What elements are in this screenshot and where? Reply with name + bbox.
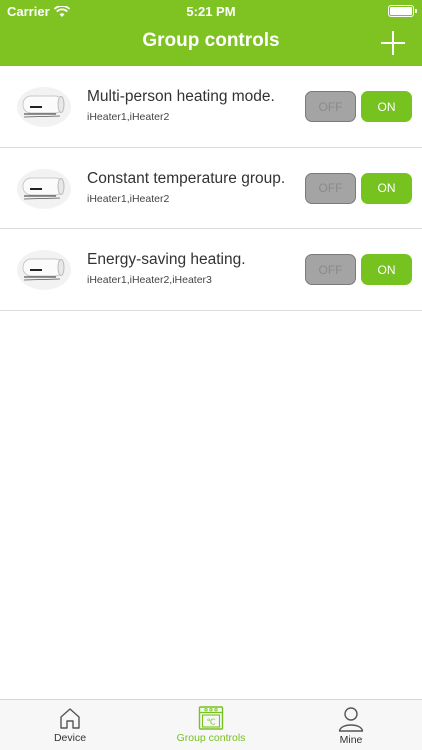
svg-text:℃: ℃	[207, 718, 216, 727]
tab-group-controls-label: Group controls	[176, 732, 246, 744]
group-name: Multi-person heating mode.	[87, 88, 275, 105]
tab-device-label: Device	[53, 732, 87, 744]
add-group-button[interactable]	[380, 30, 406, 56]
group-members: iHeater1,iHeater2	[87, 192, 170, 205]
off-button[interactable]: OFF	[305, 254, 356, 285]
group-row[interactable]: Constant temperature group. iHeater1,iHe…	[0, 148, 422, 229]
tab-group-controls[interactable]: ℃ Group controls	[160, 700, 262, 750]
header: Carrier 5:21 PM Group controls	[0, 0, 422, 66]
heater-thumbnail-icon	[17, 168, 71, 209]
on-button[interactable]: ON	[361, 172, 412, 204]
heater-thumbnail-icon	[17, 87, 71, 127]
oven-icon: ℃	[198, 706, 224, 730]
group-row[interactable]: Multi-person heating mode. iHeater1,iHea…	[0, 66, 422, 148]
tab-device[interactable]: Device	[40, 700, 100, 750]
clock: 5:21 PM	[186, 4, 236, 19]
heater-thumbnail-icon	[17, 250, 71, 290]
group-list: Multi-person heating mode. iHeater1,iHea…	[0, 66, 422, 311]
group-row[interactable]: Energy-saving heating. iHeater1,iHeater2…	[0, 229, 422, 311]
group-members: iHeater1,iHeater2	[87, 111, 170, 123]
off-button[interactable]: OFF	[305, 91, 356, 122]
group-name: Constant temperature group.	[87, 169, 286, 187]
on-button[interactable]: ON	[361, 91, 412, 122]
group-name: Energy-saving heating.	[87, 251, 246, 268]
off-button[interactable]: OFF	[305, 172, 356, 204]
status-bar: Carrier 5:21 PM	[0, 0, 422, 22]
group-members: iHeater1,iHeater2,iHeater3	[87, 274, 212, 286]
page-title: Group controls	[142, 30, 280, 51]
battery-icon	[388, 5, 417, 17]
home-icon	[60, 708, 80, 729]
tab-bar: Device ℃ Group controls Mine	[0, 699, 422, 750]
on-button[interactable]: ON	[361, 254, 412, 285]
person-icon	[338, 707, 364, 732]
tab-mine-label: Mine	[339, 734, 363, 746]
tab-mine[interactable]: Mine	[321, 700, 381, 750]
